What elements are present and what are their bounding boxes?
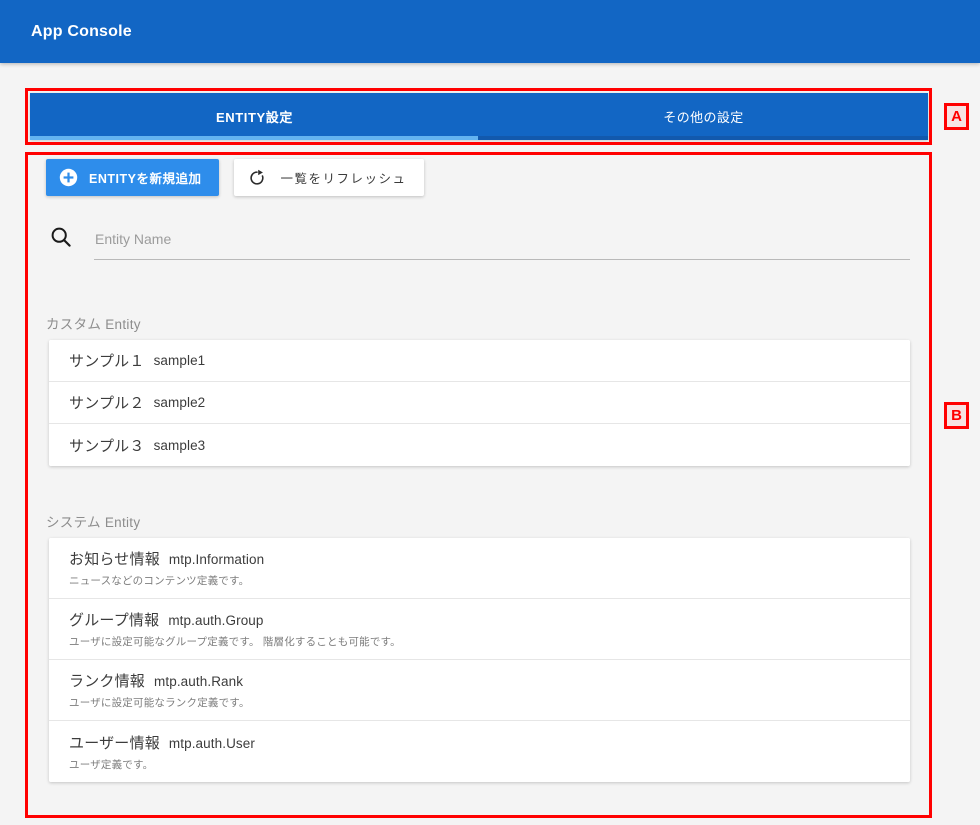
search-input[interactable] — [94, 224, 910, 260]
tab-other-settings[interactable]: その他の設定 — [479, 93, 928, 140]
entity-description: ニュースなどのコンテンツ定義です。 — [69, 575, 250, 587]
add-entity-button[interactable]: ENTITYを新規追加 — [46, 159, 220, 196]
entity-title: サンプル２ — [69, 395, 145, 412]
annotation-label-b: B — [944, 402, 969, 429]
entity-title: お知らせ情報 — [69, 551, 160, 568]
entity-heading: お知らせ情報 mtp.Information — [69, 548, 910, 569]
list-item[interactable]: ランク情報 mtp.auth.Rank ユーザに設定可能なランク定義です。 — [49, 660, 910, 721]
list-item[interactable]: サンプル３ sample3 — [49, 424, 910, 466]
entity-key: mtp.auth.User — [168, 735, 255, 751]
tab-other-settings-label: その他の設定 — [663, 110, 744, 125]
entity-description: ユーザに設定可能なグループ定義です。 階層化することも可能です。 — [69, 636, 401, 648]
list-item[interactable]: ユーザー情報 mtp.auth.User ユーザ定義です。 — [49, 721, 910, 782]
tab-entity-settings-label: ENTITY設定 — [215, 110, 294, 125]
custom-entity-list: サンプル１ sample1 サンプル２ sample2 サンプル３ sample… — [49, 340, 910, 466]
search-row — [46, 222, 910, 260]
entity-title: グループ情報 — [69, 612, 160, 629]
action-toolbar: ENTITYを新規追加 一覧をリフレッシュ — [46, 159, 425, 196]
entity-key: mtp.Information — [168, 552, 265, 567]
entity-title: ユーザー情報 — [69, 734, 160, 752]
entity-heading: ランク情報 mtp.auth.Rank — [69, 670, 910, 691]
entity-key: mtp.auth.Rank — [154, 674, 244, 689]
plus-circle-icon — [59, 168, 78, 187]
entity-description: ユーザに設定可能なランク定義です。 — [69, 697, 250, 709]
system-entity-section-label: システム Entity — [46, 515, 141, 530]
entity-title: ランク情報 — [69, 673, 146, 690]
tab-active-indicator — [30, 136, 478, 140]
tab-bar[interactable]: ENTITY設定 その他の設定 — [30, 93, 928, 140]
list-item[interactable]: お知らせ情報 mtp.Information ニュースなどのコンテンツ定義です。 — [49, 538, 910, 599]
entity-title: サンプル３ — [69, 437, 145, 455]
tab-indicator-track — [478, 136, 928, 140]
refresh-icon — [248, 169, 266, 187]
entity-description: ユーザ定義です。 — [69, 758, 154, 771]
app-title: App Console — [31, 22, 132, 40]
refresh-list-button-label: 一覧をリフレッシュ — [280, 172, 407, 186]
entity-key: sample2 — [153, 395, 206, 410]
entity-settings-panel: ENTITYを新規追加 一覧をリフレッシュ Entity Name カスタム E… — [30, 150, 928, 813]
annotation-label-a: A — [944, 103, 969, 130]
entity-key: sample1 — [153, 353, 206, 368]
entity-key: sample3 — [153, 437, 206, 453]
entity-heading: ユーザー情報 mtp.auth.User — [69, 732, 910, 753]
app-root: App Console ENTITY設定 その他の設定 ENTITYを新規追加 … — [0, 0, 980, 825]
list-item[interactable]: サンプル１ sample1 — [49, 340, 910, 382]
entity-heading: グループ情報 mtp.auth.Group — [69, 609, 910, 630]
entity-key: mtp.auth.Group — [168, 613, 264, 628]
entity-title: サンプル１ — [69, 353, 145, 370]
custom-entity-section-label: カスタム Entity — [46, 317, 141, 332]
app-header: App Console — [0, 0, 980, 63]
tab-entity-settings[interactable]: ENTITY設定 — [30, 93, 479, 140]
search-icon[interactable] — [46, 222, 76, 252]
system-entity-list: お知らせ情報 mtp.Information ニュースなどのコンテンツ定義です。… — [49, 538, 910, 782]
list-item[interactable]: サンプル２ sample2 — [49, 382, 910, 424]
add-entity-button-label: ENTITYを新規追加 — [89, 172, 202, 186]
refresh-list-button[interactable]: 一覧をリフレッシュ — [234, 159, 425, 196]
list-item[interactable]: グループ情報 mtp.auth.Group ユーザに設定可能なグループ定義です。… — [49, 599, 910, 660]
